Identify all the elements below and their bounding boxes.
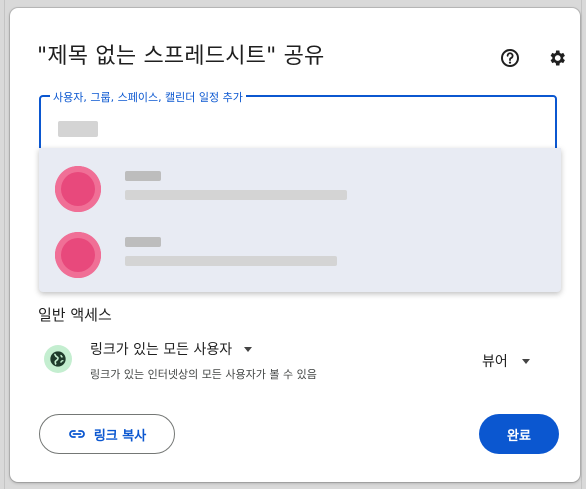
role-label: 뷰어	[482, 354, 508, 370]
copy-link-label: 링크 복사	[93, 428, 147, 444]
backdrop-gridline	[4, 0, 5, 489]
role-dropdown[interactable]: 뷰어	[482, 351, 530, 371]
help-icon[interactable]	[498, 46, 522, 70]
done-button[interactable]: 완료	[479, 414, 559, 454]
suggestion-email-redacted	[125, 256, 337, 266]
dialog-title: "제목 없는 스프레드시트" 공유	[37, 44, 325, 69]
link-access-dropdown[interactable]: 링크가 있는 모든 사용자	[90, 339, 253, 359]
globe-icon	[44, 345, 72, 373]
backdrop-gridline	[581, 0, 582, 489]
share-input-value-redacted	[58, 121, 98, 137]
suggestion-dropdown	[39, 148, 561, 292]
avatar	[55, 166, 101, 212]
suggestion-item[interactable]	[39, 220, 561, 288]
suggestion-name-redacted	[125, 171, 161, 181]
caret-down-icon	[521, 358, 530, 364]
done-label: 완료	[507, 428, 531, 444]
suggestion-item[interactable]	[39, 154, 561, 222]
suggestion-name-redacted	[125, 237, 161, 247]
avatar	[55, 232, 101, 278]
share-dialog: "제목 없는 스프레드시트" 공유 사용자, 그룹, 스페이스, 캘린더 일정 …	[10, 8, 580, 482]
suggestion-email-redacted	[125, 190, 347, 200]
caret-down-icon	[244, 346, 253, 352]
general-access-title: 일반 액세스	[38, 306, 112, 324]
link-access-description: 링크가 있는 인터넷상의 모든 사용자가 볼 수 있음	[90, 368, 317, 381]
link-icon	[68, 430, 85, 438]
copy-link-button[interactable]: 링크 복사	[39, 414, 175, 454]
link-access-label: 링크가 있는 모든 사용자	[90, 342, 233, 358]
gear-icon[interactable]	[545, 46, 569, 70]
share-input-label: 사용자, 그룹, 스페이스, 캘린더 일정 추가	[50, 89, 246, 105]
